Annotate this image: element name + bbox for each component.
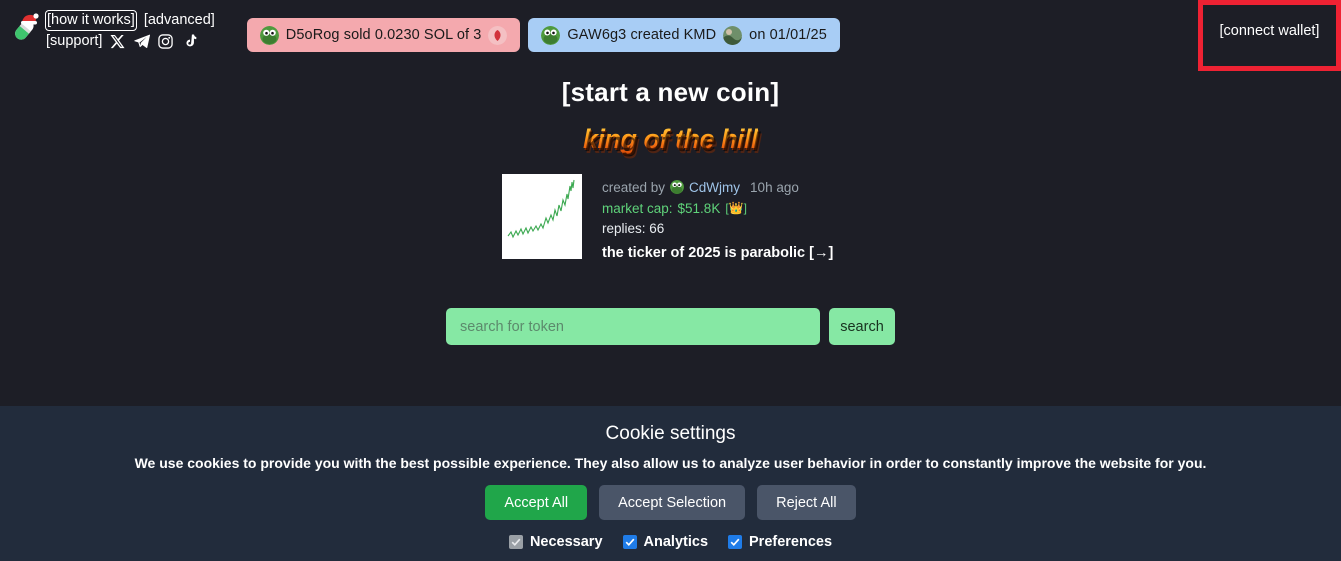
accept-all-button[interactable]: Accept All <box>485 485 588 520</box>
creator-name[interactable]: CdWjmy <box>689 180 740 195</box>
replies-row: replies: 66 <box>602 218 833 238</box>
start-a-new-coin-link[interactable]: [start a new coin] <box>0 77 1341 108</box>
check-icon <box>728 535 743 549</box>
support-link[interactable]: [support] <box>46 32 102 51</box>
market-cap-value: $51.8K <box>677 200 721 216</box>
pill-santa-hat-logo[interactable] <box>10 12 40 46</box>
ticker-pill-list: D5oRog sold 0.0230 SOL of 3 GAW6g3 creat… <box>246 18 840 52</box>
x-twitter-icon[interactable] <box>109 33 126 50</box>
created-by-row: created by CdWjmy 10h ago <box>602 177 833 197</box>
check-icon <box>508 535 523 549</box>
search-row: search <box>446 308 895 345</box>
created-by-label: created by <box>602 179 666 195</box>
market-cap-row: market cap: $51.8K [👑] <box>602 198 833 218</box>
market-cap-label: market cap: <box>602 200 673 216</box>
cookie-description: We use cookies to provide you with the b… <box>134 455 1207 471</box>
checkbox-preferences[interactable]: Preferences <box>728 534 832 550</box>
instagram-icon[interactable] <box>157 33 174 50</box>
checkbox-analytics[interactable]: Analytics <box>622 534 709 550</box>
cookie-button-row: Accept All Accept Selection Reject All <box>0 485 1341 520</box>
reject-all-button[interactable]: Reject All <box>757 485 856 520</box>
check-icon <box>622 535 637 549</box>
coin-description[interactable]: the ticker of 2025 is parabolic [→] <box>602 245 833 261</box>
checkbox-analytics-label: Analytics <box>643 534 709 550</box>
page-root: [how it works] [advanced] [support] D5oR… <box>0 0 1341 406</box>
token-thumbnail <box>723 25 743 45</box>
how-it-works-link[interactable]: [how it works] <box>45 9 137 31</box>
ticker-pill-create[interactable]: GAW6g3 created KMD on 01/01/25 <box>528 18 840 52</box>
green-parabolic-chart <box>502 174 582 259</box>
accept-selection-button[interactable]: Accept Selection <box>599 485 746 520</box>
search-button[interactable]: search <box>829 308 895 345</box>
telegram-icon[interactable] <box>133 33 150 50</box>
king-of-the-hill-banner: king of the hill <box>0 124 1341 155</box>
token-thumbnail <box>488 25 508 45</box>
ticker-pill-create-text: GAW6g3 created KMD <box>567 27 717 43</box>
king-of-the-hill-coin-card[interactable]: created by CdWjmy 10h ago market cap: $5… <box>502 174 833 261</box>
top-bar: [how it works] [advanced] [support] D5oR… <box>0 0 1341 71</box>
cookie-checkbox-row: Necessary Analytics Preferences <box>0 534 1341 550</box>
crown-icon: [👑] <box>725 201 747 215</box>
checkbox-necessary-label: Necessary <box>529 534 603 550</box>
pepe-avatar <box>541 25 561 45</box>
checkbox-necessary[interactable]: Necessary <box>508 534 603 550</box>
nav-block: [how it works] [advanced] [support] <box>45 9 215 51</box>
cookie-settings-banner: Cookie settings We use cookies to provid… <box>0 406 1341 561</box>
cookie-title: Cookie settings <box>605 423 736 444</box>
advanced-link[interactable]: [advanced] <box>144 11 215 30</box>
tiktok-icon[interactable] <box>181 33 198 50</box>
replies-count: replies: 66 <box>602 220 665 236</box>
king-of-the-hill-text: king of the hill <box>583 124 759 154</box>
coin-age: 10h ago <box>750 179 799 195</box>
nav-row-secondary: [support] <box>46 31 215 51</box>
connect-wallet-annotation-box: [connect wallet] <box>1198 0 1341 71</box>
ticker-pill-create-date: on 01/01/25 <box>749 27 827 43</box>
checkbox-preferences-label: Preferences <box>749 534 833 550</box>
pepe-avatar <box>259 25 279 45</box>
coin-meta: created by CdWjmy 10h ago market cap: $5… <box>602 174 833 262</box>
connect-wallet-button[interactable]: [connect wallet] <box>1220 23 1320 39</box>
creator-avatar <box>670 180 685 194</box>
ticker-pill-sell-text: D5oRog sold 0.0230 SOL of 3 <box>285 27 482 43</box>
ticker-pill-sell[interactable]: D5oRog sold 0.0230 SOL of 3 <box>246 18 521 52</box>
search-input[interactable] <box>446 308 820 345</box>
nav-row-primary: [how it works] [advanced] <box>45 9 215 31</box>
